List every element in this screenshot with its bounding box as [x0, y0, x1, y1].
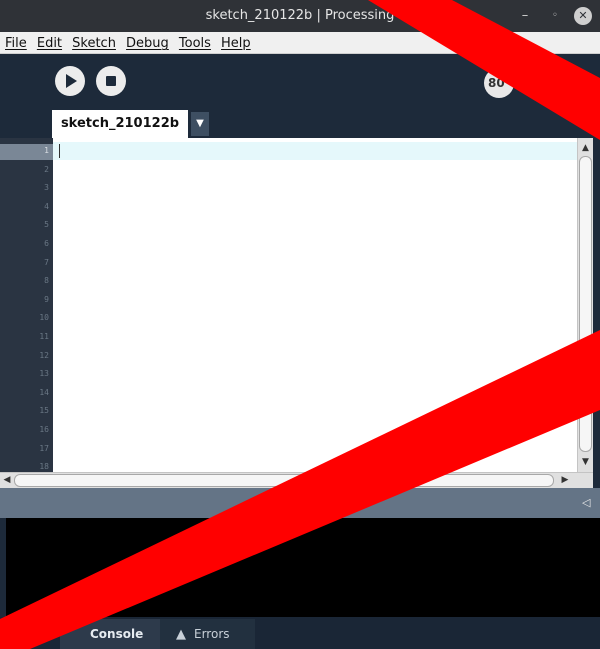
- errors-tab-label: Errors: [194, 627, 230, 641]
- tab-bar: sketch_210122b ▼: [0, 108, 600, 138]
- line-number: 3: [44, 183, 49, 193]
- collapse-console-icon[interactable]: ◁: [582, 496, 590, 509]
- horizontal-scrollbar[interactable]: ◀ ▶: [0, 472, 593, 488]
- warning-triangle-icon: ▲: [176, 627, 186, 642]
- close-button[interactable]: ✕: [574, 7, 592, 25]
- current-line-highlight: [53, 142, 577, 160]
- line-number: 12: [39, 350, 49, 360]
- scroll-down-arrow-icon[interactable]: ▼: [578, 454, 593, 470]
- line-number: 8: [44, 276, 49, 286]
- scroll-left-arrow-icon[interactable]: ◀: [0, 473, 14, 488]
- minimize-button[interactable]: –: [516, 7, 534, 25]
- line-number: 13: [39, 369, 49, 379]
- line-number: 7: [44, 257, 49, 267]
- line-number: 18: [39, 462, 49, 472]
- line-number: 15: [39, 406, 49, 416]
- menu-bar: File Edit Sketch Debug Tools Help: [0, 32, 600, 54]
- menu-file[interactable]: File: [5, 36, 27, 51]
- line-number: 17: [39, 443, 49, 453]
- menu-help[interactable]: Help: [221, 36, 251, 51]
- line-number: 2: [44, 164, 49, 174]
- tab-console[interactable]: Console: [60, 619, 160, 649]
- tab-sketch[interactable]: sketch_210122b: [52, 110, 188, 138]
- menu-debug[interactable]: Debug: [126, 36, 169, 51]
- tab-menu-button[interactable]: ▼: [191, 112, 209, 136]
- line-number-gutter: 1 2 3 4 5 6 7 8 9 10 11 12 13 14 15 16 17 18: [0, 138, 53, 472]
- message-area: ◁: [0, 488, 600, 518]
- menu-sketch[interactable]: Sketch: [72, 36, 116, 51]
- vertical-scrollbar[interactable]: ▲ ▼: [577, 138, 593, 472]
- line-number: 4: [44, 201, 49, 211]
- line-number: 6: [44, 239, 49, 248]
- toolbar: 80: [0, 54, 600, 108]
- window-titlebar[interactable]: sketch_210122b | Processing – ◦ ✕: [0, 0, 600, 32]
- horizontal-scroll-thumb[interactable]: [14, 474, 554, 487]
- text-caret: [59, 144, 60, 158]
- mode-selector-button[interactable]: 80: [484, 68, 514, 98]
- line-number: 14: [39, 387, 49, 397]
- stop-square-icon: [106, 76, 116, 86]
- tab-errors[interactable]: ▲ Errors: [160, 619, 255, 649]
- line-number: 1: [44, 146, 49, 155]
- run-button[interactable]: [55, 66, 85, 96]
- scroll-right-arrow-icon[interactable]: ▶: [558, 473, 572, 488]
- stop-button[interactable]: [96, 66, 126, 96]
- line-number: 16: [39, 425, 49, 434]
- console-tab-label: Console: [90, 627, 144, 641]
- line-number: 9: [44, 294, 49, 304]
- footer-tab-bar: Console ▲ Errors: [0, 617, 600, 649]
- code-editor[interactable]: [53, 138, 577, 472]
- line-number: 5: [44, 220, 49, 230]
- run-play-icon: [66, 74, 77, 88]
- menu-edit[interactable]: Edit: [37, 36, 62, 51]
- vertical-scroll-thumb[interactable]: [579, 156, 592, 452]
- line-number: 10: [39, 313, 49, 323]
- window-title: sketch_210122b | Processing: [205, 8, 395, 23]
- scroll-up-arrow-icon[interactable]: ▲: [578, 140, 593, 156]
- line-number: 11: [39, 332, 49, 341]
- menu-tools[interactable]: Tools: [179, 36, 211, 51]
- maximize-button[interactable]: ◦: [546, 7, 564, 25]
- console-output[interactable]: [6, 518, 600, 617]
- window-right-edge: [593, 138, 600, 488]
